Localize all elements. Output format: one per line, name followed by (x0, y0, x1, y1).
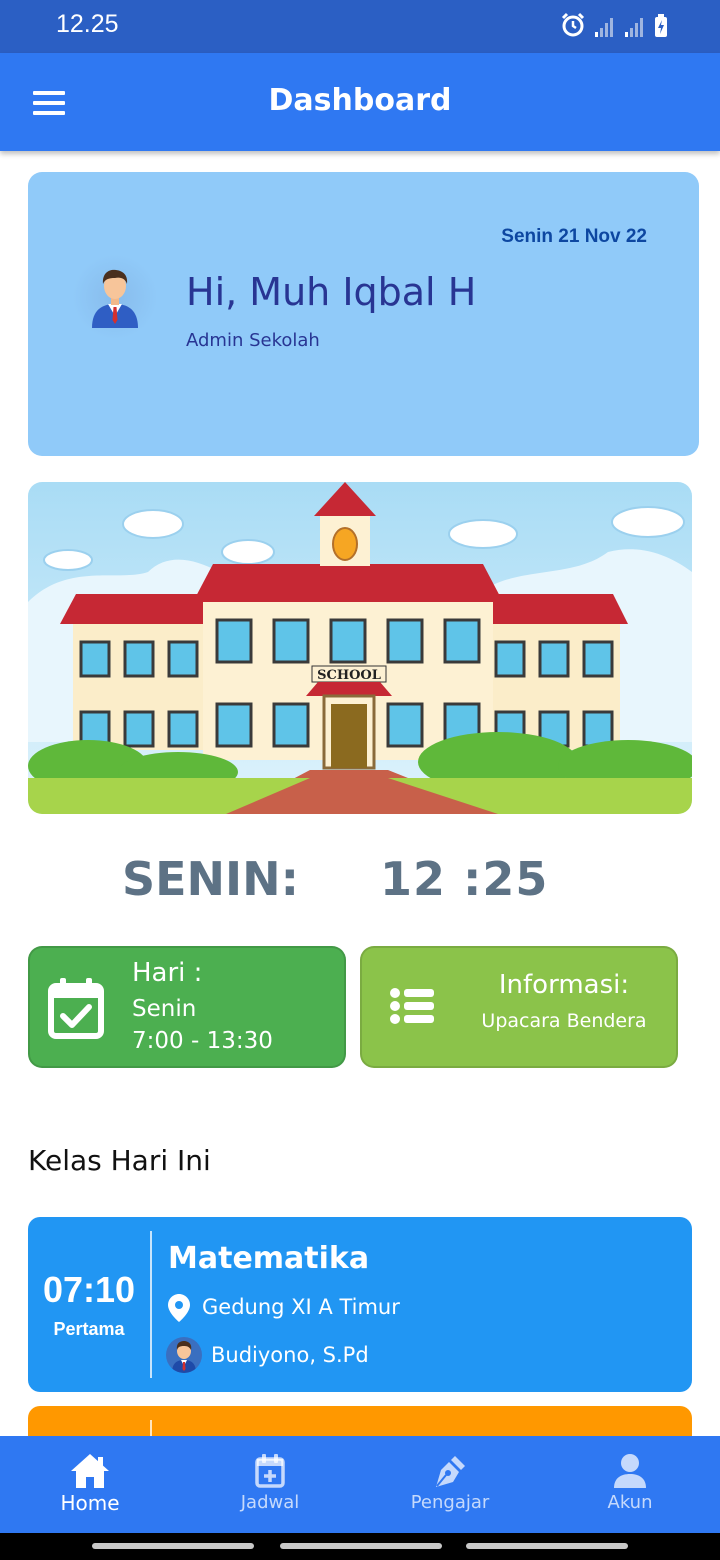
pen-nib-icon (436, 1456, 465, 1487)
day-card-title: Hari : (132, 958, 203, 988)
nav-label-pengajar: Pengajar (410, 1492, 490, 1513)
app-bar: Dashboard (0, 53, 720, 151)
nav-label-akun: Akun (607, 1492, 653, 1513)
battery-charging-icon (655, 14, 667, 37)
divider (150, 1231, 152, 1378)
user-avatar-icon (92, 269, 138, 328)
information-text: Upacara Bendera (481, 1010, 647, 1032)
teacher-avatar-icon (172, 1341, 196, 1373)
avatar (72, 254, 158, 340)
system-navigation-bar (0, 1533, 720, 1560)
class-location: Gedung XI A Timur (202, 1295, 400, 1319)
calendar-add-icon (255, 1454, 285, 1488)
school-sign-text: SCHOOL (317, 668, 381, 683)
page-title: Dashboard (268, 83, 452, 118)
greeting-role: Admin Sekolah (186, 330, 320, 351)
teacher-avatar (166, 1337, 202, 1373)
day-card-day: Senin (132, 996, 197, 1022)
status-bar: 12.25 (0, 0, 720, 53)
class-card[interactable]: 07:10 Pertama Matematika Gedung XI A Tim… (28, 1217, 692, 1392)
class-order: Pertama (53, 1319, 125, 1339)
nav-item-pengajar[interactable]: Pengajar (360, 1436, 540, 1533)
nav-item-akun[interactable]: Akun (540, 1436, 720, 1533)
list-icon (390, 988, 434, 1024)
home-icon (71, 1454, 109, 1488)
alarm-icon (561, 12, 585, 37)
person-icon (614, 1454, 646, 1488)
nav-label-home: Home (60, 1491, 120, 1515)
status-icons (560, 12, 668, 38)
day-card-hours: 7:00 - 13:30 (132, 1028, 273, 1054)
system-nav-pill-left[interactable] (92, 1543, 254, 1549)
nav-item-jadwal[interactable]: Jadwal (180, 1436, 360, 1533)
signal-icon (595, 18, 613, 37)
section-title: Kelas Hari Ini (28, 1144, 211, 1177)
information-card[interactable]: Informasi: Upacara Bendera (360, 946, 678, 1068)
school-illustration: SCHOOL (28, 482, 692, 814)
greeting-card: Senin 21 Nov 22 Hi, Muh Iqbal H Admin Se… (28, 172, 699, 456)
class-time: 07:10 (42, 1269, 136, 1310)
status-time: 12.25 (56, 10, 119, 38)
information-title: Informasi: (498, 970, 630, 1000)
greeting-date: Senin 21 Nov 22 (501, 226, 647, 247)
class-teacher: Budiyono, S.Pd (211, 1343, 369, 1367)
calendar-check-icon (48, 978, 104, 1039)
signal-icon-2 (625, 18, 643, 37)
nav-label-jadwal: Jadwal (240, 1492, 300, 1513)
class-subject: Matematika (168, 1241, 370, 1276)
bottom-navigation: Home Jadwal Pengajar Akun (0, 1436, 720, 1533)
system-nav-pill-right[interactable] (466, 1543, 628, 1549)
system-nav-pill-home[interactable] (280, 1543, 442, 1549)
nav-item-home[interactable]: Home (0, 1436, 180, 1533)
greeting-name: Hi, Muh Iqbal H (186, 270, 477, 314)
clock-day: SENIN: (122, 852, 300, 906)
clock-time: 12 :25 (380, 852, 549, 906)
schedule-day-card[interactable]: Hari : Senin 7:00 - 13:30 (28, 946, 346, 1068)
location-pin-icon (168, 1294, 190, 1322)
